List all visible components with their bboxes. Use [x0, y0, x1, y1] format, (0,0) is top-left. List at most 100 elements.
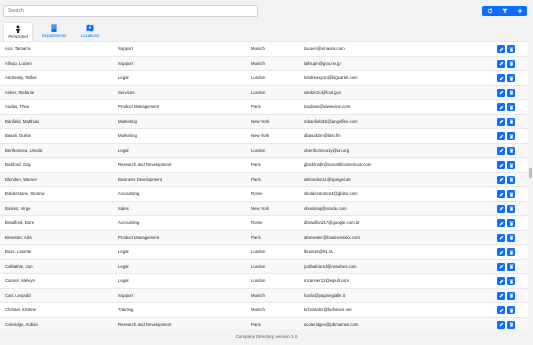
edit-button[interactable]	[497, 59, 505, 68]
row-department: Accounting	[118, 220, 140, 225]
delete-button[interactable]	[507, 161, 515, 169]
delete-button[interactable]	[507, 291, 515, 300]
edit-button[interactable]	[497, 306, 505, 314]
row-department: Services	[118, 89, 135, 95]
delete-button[interactable]	[507, 117, 515, 126]
row-department: Legal	[118, 263, 129, 269]
row-actions	[497, 88, 515, 97]
refresh-button[interactable]	[482, 6, 497, 16]
table-row: Berthonneu, Ursola Legal London uberthonneu…	[0, 143, 528, 158]
row-name: Carl, Leopold	[5, 292, 31, 298]
row-department: Marketing	[118, 133, 137, 138]
trash-icon	[509, 192, 514, 197]
trash-icon	[509, 134, 514, 139]
edit-button[interactable]	[497, 103, 505, 111]
add-button[interactable]	[512, 6, 527, 16]
delete-button[interactable]	[507, 146, 515, 155]
table-row: Buss, Lanette Legal London lbuss15@51.la	[0, 245, 528, 260]
row-actions	[497, 204, 515, 213]
edit-button[interactable]	[497, 190, 505, 198]
row-email: mcanner12@wpull.com	[304, 278, 349, 283]
edit-button[interactable]	[497, 132, 505, 140]
pencil-icon	[499, 250, 504, 255]
trash-icon	[509, 47, 514, 52]
row-department: Sales	[118, 205, 129, 211]
row-name: Audas, Theo	[5, 104, 30, 109]
pencil-icon	[499, 293, 504, 298]
row-email: dbraidford17@google.com.br	[304, 220, 360, 225]
row-department: Legal	[118, 147, 129, 153]
tab-departments[interactable]: Departments	[33, 22, 75, 41]
person-icon	[16, 25, 20, 33]
delete-button[interactable]	[507, 103, 515, 111]
edit-button[interactable]	[497, 262, 505, 271]
building-icon	[51, 24, 57, 32]
table-row: Blonden, Warner Business Development Paris…	[0, 172, 528, 187]
tab-departments-label: Departments	[41, 33, 67, 38]
trash-icon	[509, 163, 514, 168]
trash-icon	[509, 105, 514, 110]
delete-button[interactable]	[507, 204, 515, 213]
row-name: Brewster, Ailis	[5, 234, 32, 240]
edit-button[interactable]	[497, 161, 505, 169]
row-email: lcarlo@paginegialle.it	[304, 292, 345, 298]
delete-button[interactable]	[507, 175, 515, 184]
footer: Company Directory version 1.0	[0, 329, 533, 345]
trash-icon	[509, 206, 514, 211]
delete-button[interactable]	[507, 277, 515, 285]
refresh-icon	[487, 8, 492, 14]
edit-button[interactable]	[497, 204, 505, 213]
row-email: dbasali2m@last.fm	[304, 133, 341, 138]
delete-button[interactable]	[507, 262, 515, 271]
row-actions	[497, 291, 515, 300]
edit-button[interactable]	[497, 233, 505, 242]
trash-icon	[509, 235, 514, 240]
row-name: Banfield, Matthias	[5, 118, 40, 124]
edit-button[interactable]	[497, 291, 505, 300]
search-input[interactable]	[3, 5, 258, 17]
row-actions	[497, 146, 515, 155]
delete-button[interactable]	[507, 320, 515, 329]
edit-button[interactable]	[497, 320, 505, 329]
row-actions	[497, 262, 515, 271]
delete-button[interactable]	[507, 132, 515, 140]
row-location: Paris	[251, 104, 261, 109]
row-location: London	[251, 75, 266, 80]
delete-button[interactable]	[507, 306, 515, 314]
scrollbar-thumb[interactable]	[529, 168, 532, 178]
tab-personnel[interactable]: Personnel	[3, 22, 33, 41]
edit-button[interactable]	[497, 277, 505, 285]
row-location: New York	[251, 118, 270, 124]
delete-button[interactable]	[507, 74, 515, 82]
edit-button[interactable]	[497, 45, 505, 53]
delete-button[interactable]	[507, 233, 515, 242]
row-location: Munich	[251, 307, 265, 312]
pencil-icon	[499, 235, 504, 240]
pencil-icon	[499, 177, 504, 182]
edit-button[interactable]	[497, 219, 505, 227]
trash-icon	[509, 177, 514, 182]
table-row: Bolderstone, Stonnie Accounting Rome sbolde…	[0, 187, 528, 202]
row-email: lbuss15@51.la	[304, 249, 333, 254]
row-department: Product Management	[118, 234, 160, 240]
edit-button[interactable]	[497, 146, 505, 155]
delete-button[interactable]	[507, 88, 515, 97]
delete-button[interactable]	[507, 190, 515, 198]
pencil-icon	[499, 163, 504, 168]
edit-button[interactable]	[497, 175, 505, 184]
delete-button[interactable]	[507, 248, 515, 256]
plus-icon	[517, 8, 522, 14]
delete-button[interactable]	[507, 219, 515, 227]
edit-button[interactable]	[497, 88, 505, 97]
edit-button[interactable]	[497, 117, 505, 126]
row-email: taudasn@wwwvine.com	[304, 104, 351, 109]
edit-button[interactable]	[497, 248, 505, 256]
row-location: Rome	[251, 191, 263, 196]
filter-button[interactable]	[497, 6, 512, 16]
row-department: Support	[118, 60, 134, 66]
tab-locations[interactable]: Locations	[75, 22, 105, 41]
delete-button[interactable]	[507, 45, 515, 53]
delete-button[interactable]	[507, 59, 515, 68]
edit-button[interactable]	[497, 74, 505, 82]
row-location: Rome	[251, 220, 263, 225]
